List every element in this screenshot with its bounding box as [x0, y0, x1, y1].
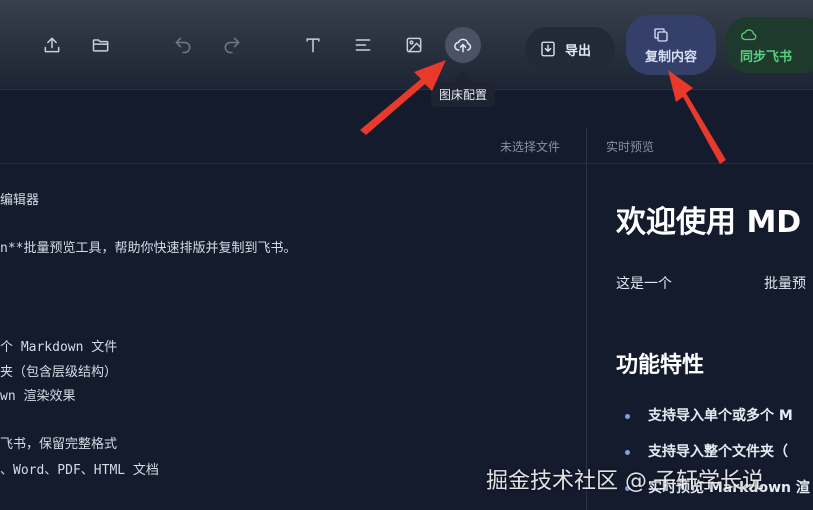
- redo-icon[interactable]: [214, 27, 250, 63]
- sync-label: 同步飞书: [740, 49, 793, 65]
- editor-line: 编辑器: [0, 193, 40, 208]
- preview-list-item: 支持导入单个或多个 M: [625, 405, 793, 425]
- editor-line: 飞书，保留完整格式: [0, 437, 118, 452]
- markdown-editor[interactable]: 编辑器 n**批量预览工具，帮助你快速排版并复制到飞书。 个 Markdown …: [0, 165, 586, 510]
- export-button[interactable]: 导出: [525, 27, 615, 71]
- copy-icon: [654, 27, 668, 42]
- file-status: 未选择文件: [500, 140, 561, 154]
- folder-icon[interactable]: [83, 27, 119, 63]
- image-icon[interactable]: [396, 27, 432, 63]
- upload-icon[interactable]: [34, 27, 70, 63]
- editor-line: 夹（包含层级结构）: [0, 365, 118, 380]
- cloud-upload-icon[interactable]: [445, 27, 481, 63]
- image-host-tooltip: 图床配置: [431, 82, 496, 107]
- text-icon[interactable]: [295, 27, 331, 63]
- copy-content-button[interactable]: 复制内容: [626, 15, 716, 75]
- editor-line: 个 Markdown 文件: [0, 340, 118, 355]
- undo-icon[interactable]: [165, 27, 201, 63]
- copy-label: 复制内容: [644, 49, 697, 65]
- preview-subheading: 功能特性: [616, 353, 705, 378]
- watermark: 掘金技术社区 @ 子轩学长说: [486, 469, 764, 494]
- sync-feishu-button[interactable]: 同步飞书: [726, 17, 813, 73]
- preview-header-label: 实时预览: [606, 140, 655, 154]
- download-icon: [541, 41, 555, 57]
- preview-paragraph-bold: 批量预: [764, 276, 806, 292]
- align-icon[interactable]: [345, 27, 381, 63]
- toolbar: 导出 复制内容 同步飞书: [0, 0, 813, 90]
- export-label: 导出: [565, 43, 592, 59]
- editor-line: 、Word、PDF、HTML 文档: [0, 463, 159, 478]
- preview-heading: 欢迎使用 MD: [616, 205, 802, 240]
- editor-line: n**批量预览工具，帮助你快速排版并复制到飞书。: [0, 241, 297, 256]
- editor-line: wn 渲染效果: [0, 389, 76, 404]
- live-preview: 欢迎使用 MD 这是一个 批量预 功能特性 支持导入单个或多个 M 支持导入整个…: [587, 165, 813, 510]
- pane-header: 未选择文件 实时预览: [0, 128, 813, 164]
- cloud-icon: [741, 28, 757, 40]
- preview-list-item: 支持导入整个文件夹（: [625, 441, 788, 461]
- preview-paragraph: 这是一个: [616, 276, 672, 292]
